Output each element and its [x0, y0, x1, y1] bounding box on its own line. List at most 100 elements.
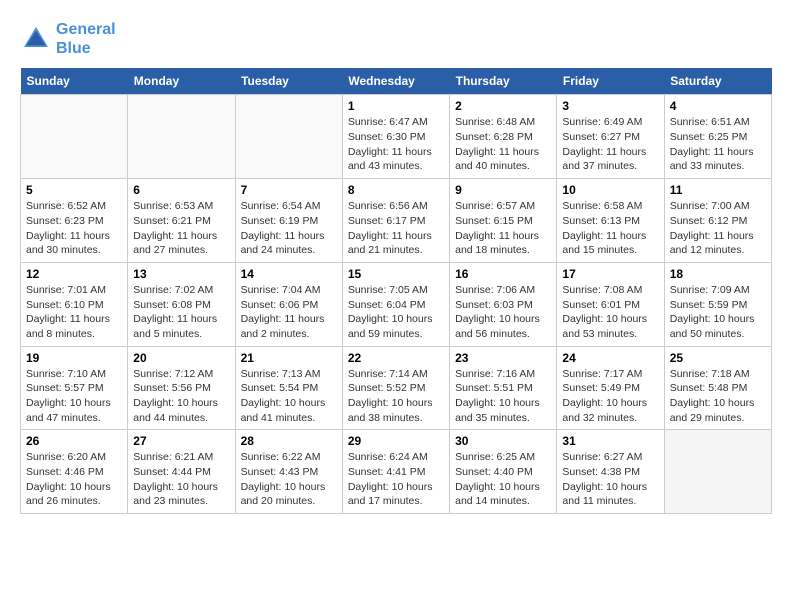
day-cell: 15 Sunrise: 7:05 AMSunset: 6:04 PMDayligh…	[342, 262, 449, 346]
week-row-2: 5 Sunrise: 6:52 AMSunset: 6:23 PMDaylight…	[21, 179, 772, 263]
day-info: Sunrise: 6:52 AMSunset: 6:23 PMDaylight:…	[26, 199, 122, 258]
day-info: Sunrise: 7:00 AMSunset: 6:12 PMDaylight:…	[670, 199, 766, 258]
day-number: 12	[26, 267, 122, 281]
day-cell: 19Sunrise: 7:10 AMSunset: 5:57 PMDayligh…	[21, 346, 128, 430]
calendar-table: SundayMondayTuesdayWednesdayThursdayFrid…	[20, 68, 772, 514]
day-cell: 31 Sunrise: 6:27 AMSunset: 4:38 PMDayligh…	[557, 430, 664, 514]
day-cell: 1 Sunrise: 6:47 AMSunset: 6:30 PMDaylight…	[342, 95, 449, 179]
day-info: Sunrise: 6:24 AMSunset: 4:41 PMDaylight:…	[348, 450, 444, 509]
day-info: Sunrise: 6:21 AMSunset: 4:44 PMDaylight:…	[133, 450, 229, 509]
day-number: 26	[26, 434, 122, 448]
day-cell	[664, 430, 771, 514]
logo-text: General Blue	[56, 20, 116, 58]
day-cell: 5 Sunrise: 6:52 AMSunset: 6:23 PMDaylight…	[21, 179, 128, 263]
day-info: Sunrise: 6:53 AMSunset: 6:21 PMDaylight:…	[133, 199, 229, 258]
header-monday: Monday	[128, 68, 235, 95]
day-number: 25	[670, 351, 766, 365]
day-number: 10	[562, 183, 658, 197]
day-cell: 6 Sunrise: 6:53 AMSunset: 6:21 PMDaylight…	[128, 179, 235, 263]
day-info: Sunrise: 6:47 AMSunset: 6:30 PMDaylight:…	[348, 115, 444, 174]
day-number: 31	[562, 434, 658, 448]
day-cell: 4 Sunrise: 6:51 AMSunset: 6:25 PMDaylight…	[664, 95, 771, 179]
day-cell: 24 Sunrise: 7:17 AMSunset: 5:49 PMDayligh…	[557, 346, 664, 430]
day-number: 15	[348, 267, 444, 281]
day-number: 22	[348, 351, 444, 365]
day-cell	[235, 95, 342, 179]
day-cell: 12 Sunrise: 7:01 AMSunset: 6:10 PMDayligh…	[21, 262, 128, 346]
day-number: 20	[133, 351, 229, 365]
header-saturday: Saturday	[664, 68, 771, 95]
day-info: Sunrise: 7:12 AMSunset: 5:56 PMDaylight:…	[133, 367, 229, 426]
day-cell: 20 Sunrise: 7:12 AMSunset: 5:56 PMDayligh…	[128, 346, 235, 430]
day-info: Sunrise: 6:54 AMSunset: 6:19 PMDaylight:…	[241, 199, 337, 258]
day-info: Sunrise: 7:01 AMSunset: 6:10 PMDaylight:…	[26, 283, 122, 342]
day-number: 2	[455, 99, 551, 113]
page-header: General Blue	[20, 20, 772, 58]
day-cell: 23Sunrise: 7:16 AMSunset: 5:51 PMDayligh…	[450, 346, 557, 430]
week-row-5: 26 Sunrise: 6:20 AMSunset: 4:46 PMDayligh…	[21, 430, 772, 514]
week-row-4: 19Sunrise: 7:10 AMSunset: 5:57 PMDayligh…	[21, 346, 772, 430]
day-info: Sunrise: 7:13 AMSunset: 5:54 PMDaylight:…	[241, 367, 337, 426]
day-number: 6	[133, 183, 229, 197]
day-info: Sunrise: 7:09 AMSunset: 5:59 PMDaylight:…	[670, 283, 766, 342]
week-row-3: 12 Sunrise: 7:01 AMSunset: 6:10 PMDayligh…	[21, 262, 772, 346]
day-cell: 21Sunrise: 7:13 AMSunset: 5:54 PMDayligh…	[235, 346, 342, 430]
day-number: 29	[348, 434, 444, 448]
day-info: Sunrise: 7:18 AMSunset: 5:48 PMDaylight:…	[670, 367, 766, 426]
day-info: Sunrise: 7:06 AMSunset: 6:03 PMDaylight:…	[455, 283, 551, 342]
logo-icon	[20, 23, 52, 55]
day-cell: 10 Sunrise: 6:58 AMSunset: 6:13 PMDayligh…	[557, 179, 664, 263]
day-number: 27	[133, 434, 229, 448]
header-thursday: Thursday	[450, 68, 557, 95]
day-info: Sunrise: 7:02 AMSunset: 6:08 PMDaylight:…	[133, 283, 229, 342]
day-cell: 27 Sunrise: 6:21 AMSunset: 4:44 PMDayligh…	[128, 430, 235, 514]
day-number: 24	[562, 351, 658, 365]
day-info: Sunrise: 7:14 AMSunset: 5:52 PMDaylight:…	[348, 367, 444, 426]
day-number: 28	[241, 434, 337, 448]
day-cell: 2 Sunrise: 6:48 AMSunset: 6:28 PMDaylight…	[450, 95, 557, 179]
logo: General Blue	[20, 20, 116, 58]
day-cell: 3 Sunrise: 6:49 AMSunset: 6:27 PMDaylight…	[557, 95, 664, 179]
day-number: 1	[348, 99, 444, 113]
day-info: Sunrise: 6:57 AMSunset: 6:15 PMDaylight:…	[455, 199, 551, 258]
day-cell: 25 Sunrise: 7:18 AMSunset: 5:48 PMDayligh…	[664, 346, 771, 430]
day-cell	[128, 95, 235, 179]
day-cell: 7 Sunrise: 6:54 AMSunset: 6:19 PMDaylight…	[235, 179, 342, 263]
day-number: 30	[455, 434, 551, 448]
day-cell: 28Sunrise: 6:22 AMSunset: 4:43 PMDayligh…	[235, 430, 342, 514]
day-info: Sunrise: 6:27 AMSunset: 4:38 PMDaylight:…	[562, 450, 658, 509]
day-number: 13	[133, 267, 229, 281]
day-info: Sunrise: 6:56 AMSunset: 6:17 PMDaylight:…	[348, 199, 444, 258]
day-cell: 22 Sunrise: 7:14 AMSunset: 5:52 PMDayligh…	[342, 346, 449, 430]
header-sunday: Sunday	[21, 68, 128, 95]
day-number: 5	[26, 183, 122, 197]
day-number: 7	[241, 183, 337, 197]
day-info: Sunrise: 7:17 AMSunset: 5:49 PMDaylight:…	[562, 367, 658, 426]
day-info: Sunrise: 6:49 AMSunset: 6:27 PMDaylight:…	[562, 115, 658, 174]
header-wednesday: Wednesday	[342, 68, 449, 95]
day-number: 16	[455, 267, 551, 281]
day-cell	[21, 95, 128, 179]
header-row: SundayMondayTuesdayWednesdayThursdayFrid…	[21, 68, 772, 95]
day-number: 4	[670, 99, 766, 113]
day-cell: 18 Sunrise: 7:09 AMSunset: 5:59 PMDayligh…	[664, 262, 771, 346]
day-number: 9	[455, 183, 551, 197]
day-number: 18	[670, 267, 766, 281]
day-info: Sunrise: 7:04 AMSunset: 6:06 PMDaylight:…	[241, 283, 337, 342]
day-cell: 29 Sunrise: 6:24 AMSunset: 4:41 PMDayligh…	[342, 430, 449, 514]
day-info: Sunrise: 6:51 AMSunset: 6:25 PMDaylight:…	[670, 115, 766, 174]
day-number: 3	[562, 99, 658, 113]
day-info: Sunrise: 6:58 AMSunset: 6:13 PMDaylight:…	[562, 199, 658, 258]
day-cell: 11Sunrise: 7:00 AMSunset: 6:12 PMDayligh…	[664, 179, 771, 263]
day-info: Sunrise: 6:20 AMSunset: 4:46 PMDaylight:…	[26, 450, 122, 509]
week-row-1: 1 Sunrise: 6:47 AMSunset: 6:30 PMDaylight…	[21, 95, 772, 179]
day-info: Sunrise: 7:08 AMSunset: 6:01 PMDaylight:…	[562, 283, 658, 342]
day-info: Sunrise: 6:48 AMSunset: 6:28 PMDaylight:…	[455, 115, 551, 174]
day-info: Sunrise: 7:05 AMSunset: 6:04 PMDaylight:…	[348, 283, 444, 342]
day-number: 14	[241, 267, 337, 281]
day-cell: 30Sunrise: 6:25 AMSunset: 4:40 PMDayligh…	[450, 430, 557, 514]
day-number: 23	[455, 351, 551, 365]
day-number: 17	[562, 267, 658, 281]
day-number: 19	[26, 351, 122, 365]
day-cell: 13 Sunrise: 7:02 AMSunset: 6:08 PMDayligh…	[128, 262, 235, 346]
